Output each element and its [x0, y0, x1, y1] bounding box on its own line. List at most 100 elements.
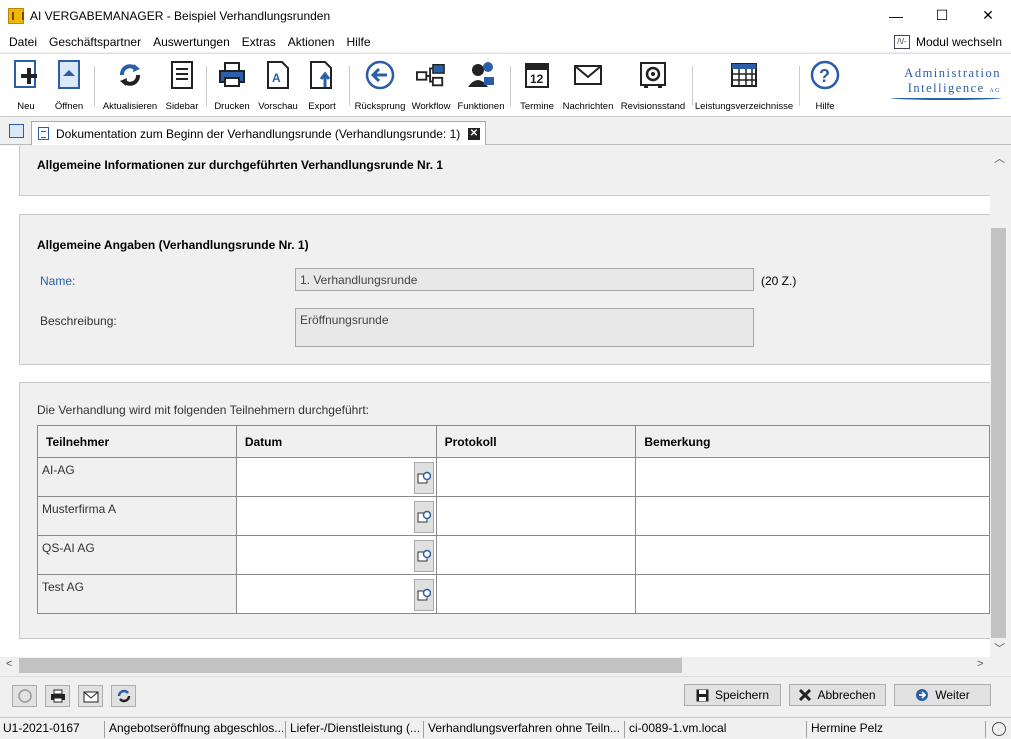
export-button[interactable]: Export [307, 54, 337, 116]
name-label: Name: [40, 274, 76, 288]
printer-icon [217, 60, 247, 90]
abbrechen-button[interactable]: Abbrechen [789, 684, 886, 706]
leistungsverzeichnisse-label: Leistungsverzeichnisse [694, 101, 794, 112]
column-header-teilnehmer[interactable]: Teilnehmer [37, 425, 237, 458]
tab-dokumentation[interactable]: Dokumentation zum Beginn der Verhandlung… [31, 121, 486, 145]
edit-mode-icon[interactable] [9, 124, 24, 138]
speichern-button[interactable]: Speichern [684, 684, 781, 706]
drucken-button[interactable]: Drucken [214, 54, 250, 116]
sidebar-label: Sidebar [165, 101, 199, 112]
floppy-disk-icon [696, 689, 709, 701]
protokoll-cell[interactable] [435, 535, 637, 575]
protokoll-cell[interactable] [435, 496, 637, 536]
status-server: ci-0089-1.vm.local [626, 721, 807, 738]
revisionsstand-button[interactable]: Revisionsstand [621, 54, 685, 116]
oeffnen-button[interactable]: Öffnen [54, 54, 84, 116]
funktionen-button[interactable]: Funktionen [458, 54, 505, 116]
workflow-label: Workflow [411, 101, 451, 112]
aktualisieren-label: Aktualisieren [102, 101, 158, 112]
menu-aktionen[interactable]: Aktionen [282, 35, 341, 49]
close-window-button[interactable]: ✕ [965, 0, 1011, 31]
vertical-scrollbar[interactable]: ︿ ﹀ [990, 146, 1007, 657]
toolbar-separator [349, 66, 350, 106]
bemerkung-cell[interactable] [635, 535, 990, 575]
spreadsheet-icon [729, 60, 759, 90]
scroll-up-icon[interactable]: ︿ [994, 150, 1005, 166]
toolbar-separator [94, 66, 95, 106]
date-picker-icon[interactable] [413, 579, 434, 611]
menu-extras[interactable]: Extras [236, 35, 282, 49]
datum-cell[interactable] [235, 574, 437, 614]
table-row: Musterfirma A [37, 496, 990, 536]
help-icon: ? [810, 60, 840, 90]
pulse-icon: /\/- [893, 34, 910, 49]
scroll-left-icon[interactable]: < [6, 658, 12, 670]
vorschau-button[interactable]: A Vorschau [258, 54, 298, 116]
logo-swoosh [891, 96, 1001, 100]
datum-cell[interactable] [235, 457, 437, 497]
sidebar-button[interactable]: Sidebar [166, 54, 198, 116]
refresh-small-button[interactable] [111, 685, 136, 707]
hilfe-button[interactable]: ? Hilfe [810, 54, 840, 116]
menu-geschaeftspartner[interactable]: Geschäftspartner [43, 35, 147, 49]
weiter-button[interactable]: Weiter [894, 684, 991, 706]
maximize-button[interactable]: ☐ [919, 0, 965, 31]
horizontal-scrollbar[interactable]: < > [0, 657, 990, 674]
workflow-button[interactable]: Workflow [412, 54, 450, 116]
bemerkung-cell[interactable] [635, 496, 990, 536]
date-picker-icon[interactable] [413, 540, 434, 572]
teilnehmer-cell: Musterfirma A [37, 496, 237, 536]
ruecksprung-button[interactable]: Rücksprung [355, 54, 405, 116]
bemerkung-cell[interactable] [635, 457, 990, 497]
beschreibung-field[interactable]: Eröffnungsrunde [295, 308, 754, 347]
termine-button[interactable]: 12 Termine [520, 54, 554, 116]
speichern-label: Speichern [714, 688, 770, 702]
preview-icon: A [263, 60, 293, 90]
menu-auswertungen[interactable]: Auswertungen [147, 35, 236, 49]
mail-small-button[interactable] [78, 685, 103, 707]
table-header-row: Teilnehmer Datum Protokoll Bemerkung [37, 425, 990, 458]
status-procedure-id: U1-2021-0167 [0, 721, 105, 738]
neu-button[interactable]: Neu [10, 54, 42, 116]
sidebar-icon [167, 60, 197, 90]
aktualisieren-button[interactable]: Aktualisieren [102, 54, 158, 116]
scroll-down-icon[interactable]: ﹀ [994, 640, 1005, 656]
neu-label: Neu [17, 101, 35, 112]
menu-datei[interactable]: Datei [0, 35, 43, 49]
column-header-datum[interactable]: Datum [235, 425, 437, 458]
calendar-icon: 12 [522, 60, 552, 90]
status-bar: U1-2021-0167 Angebotseröffnung abgeschlo… [0, 717, 1011, 739]
status-verfahren: Verhandlungsverfahren ohne Teiln... [425, 721, 625, 738]
menu-bar: Datei Geschäftspartner Auswertungen Extr… [0, 31, 1011, 52]
participants-table: Teilnehmer Datum Protokoll Bemerkung AI-… [37, 425, 990, 614]
nachrichten-button[interactable]: Nachrichten [563, 54, 613, 116]
protokoll-cell[interactable] [435, 574, 637, 614]
toolbar-separator [692, 66, 693, 106]
horizontal-scroll-thumb[interactable] [19, 658, 682, 673]
protokoll-cell[interactable] [435, 457, 637, 497]
vertical-scroll-thumb[interactable] [991, 228, 1006, 638]
datum-cell[interactable] [235, 535, 437, 575]
column-header-bemerkung[interactable]: Bemerkung [635, 425, 990, 458]
document-tab-bar: Dokumentation zum Beginn der Verhandlung… [0, 118, 1011, 145]
name-field[interactable]: 1. Verhandlungsrunde [295, 268, 754, 291]
modul-wechseln-button[interactable]: /\/- Modul wechseln [893, 34, 1002, 49]
date-picker-icon[interactable] [413, 501, 434, 533]
date-picker-icon[interactable] [413, 462, 434, 494]
logo-line2: Intelligence [907, 81, 985, 95]
datum-cell[interactable] [235, 496, 437, 536]
column-header-protokoll[interactable]: Protokoll [435, 425, 637, 458]
bemerkung-cell[interactable] [635, 574, 990, 614]
toolbar-separator [510, 66, 511, 106]
print-small-button[interactable] [45, 685, 70, 707]
menu-hilfe[interactable]: Hilfe [341, 35, 377, 49]
scroll-right-icon[interactable]: > [977, 658, 983, 670]
back-arrow-icon [365, 60, 395, 90]
table-row: AI-AG [37, 457, 990, 497]
tab-close-icon[interactable]: ✕ [468, 127, 480, 140]
envelope-icon [573, 60, 603, 90]
info-button[interactable] [12, 685, 37, 707]
refresh-icon [117, 689, 130, 703]
minimize-button[interactable]: — [873, 0, 919, 31]
leistungsverzeichnisse-button[interactable]: Leistungsverzeichnisse [695, 54, 793, 116]
